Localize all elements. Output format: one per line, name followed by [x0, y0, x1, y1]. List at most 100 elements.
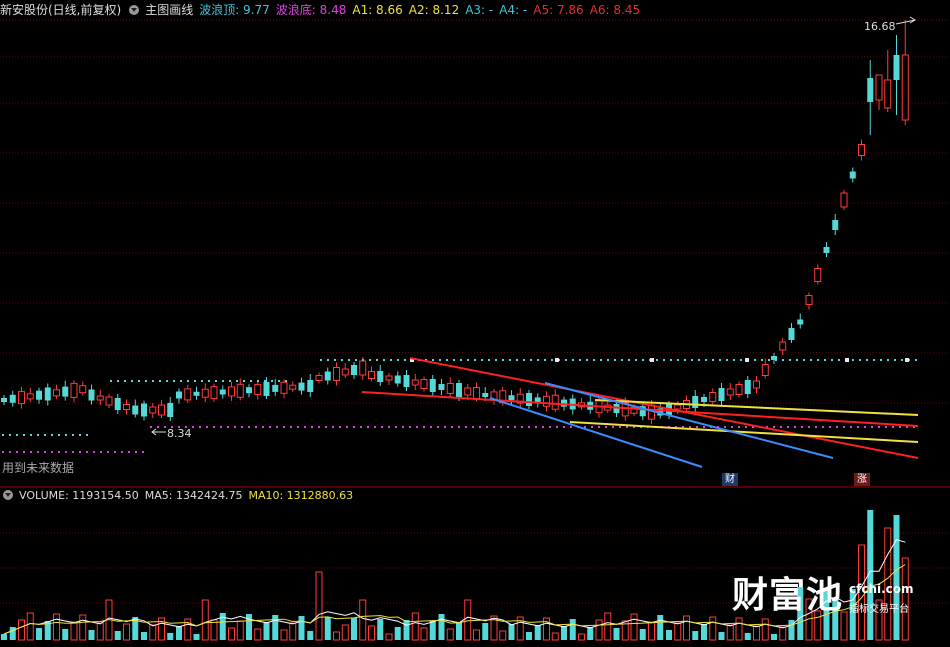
dotted-level — [65, 434, 67, 436]
indicator-name[interactable]: 主图画线 — [145, 3, 193, 17]
dotted-level — [565, 359, 567, 361]
candle-body-up — [105, 396, 113, 406]
dotted-level — [803, 359, 805, 361]
candle-body-up — [289, 384, 297, 390]
candle-body-down — [36, 390, 42, 400]
candle-body-up — [210, 386, 218, 400]
volume-bar-up — [18, 619, 25, 641]
candle-body-up — [70, 382, 78, 398]
volume-bar-up — [473, 629, 480, 641]
dotted-level — [857, 426, 859, 428]
dotted-level — [598, 426, 600, 428]
candle-body-down — [482, 393, 489, 397]
dotted-level — [194, 380, 196, 382]
dotted-level — [117, 380, 119, 382]
candle-body-down — [219, 389, 226, 395]
chart-stage — [0, 0, 950, 643]
candle-body-up — [96, 395, 104, 401]
volume-bar-up — [674, 622, 682, 641]
dotted-level — [677, 359, 679, 361]
candle-body-down — [429, 379, 436, 392]
volume-bar-up — [630, 613, 638, 641]
dotted-level — [535, 426, 537, 428]
watermark-brand: 财富池 — [732, 575, 844, 616]
indicator-dropdown-icon[interactable] — [129, 5, 140, 15]
volume-bar-down — [377, 619, 384, 640]
dotted-level — [264, 380, 266, 382]
dotted-level — [173, 380, 175, 382]
candle-body-down — [62, 386, 69, 397]
volume-bar-up — [385, 633, 393, 641]
dotted-level — [836, 426, 838, 428]
volume-bar-up — [761, 618, 769, 641]
volume-bar-down — [403, 620, 410, 640]
candle-body-down — [167, 403, 174, 417]
dotted-level — [250, 380, 252, 382]
candle-body-up — [368, 371, 375, 379]
dotted-level — [570, 426, 572, 428]
dotted-level — [79, 451, 81, 453]
dotted-level — [180, 380, 182, 382]
volume-bar-up — [753, 625, 760, 641]
candle-body-down — [744, 380, 751, 394]
candle-body-up — [875, 74, 883, 101]
volume-dropdown-icon[interactable] — [3, 490, 13, 500]
dotted-level — [698, 359, 700, 361]
dotted-level — [887, 359, 889, 361]
dotted-level — [544, 359, 546, 361]
volume-bar-down — [666, 630, 672, 640]
dotted-level — [824, 359, 826, 361]
dotted-level — [72, 434, 74, 436]
indicator-value-7: A6: 8.45 — [589, 3, 641, 17]
dotted-level — [348, 359, 350, 361]
volume-bar-down — [429, 621, 436, 640]
dotted-level — [362, 359, 364, 361]
dotted-level — [745, 426, 747, 428]
dotted-level — [236, 380, 238, 382]
dotted-level — [325, 426, 327, 428]
candle-body-down — [456, 383, 462, 397]
dotted-level — [381, 426, 383, 428]
dotted-level — [58, 434, 60, 436]
tag-cai[interactable]: 财 — [722, 473, 738, 486]
stock-title[interactable]: 新安股份(日线,前复权) — [0, 3, 121, 17]
volume-bar-down — [893, 515, 900, 640]
tag-zhang[interactable]: 涨 — [854, 473, 870, 486]
dotted-level — [369, 359, 371, 361]
dotted-level — [332, 426, 334, 428]
volume-bar-up — [604, 612, 612, 641]
volume-bar-down — [141, 632, 147, 640]
dotted-level — [166, 380, 168, 382]
dotted-level — [871, 426, 873, 428]
dotted-level — [201, 380, 203, 382]
dotted-level — [768, 359, 770, 361]
dotted-level — [642, 359, 644, 361]
volume-bar-down — [692, 631, 699, 640]
candle-body-down — [263, 382, 270, 396]
dotted-level — [297, 426, 299, 428]
dotted-level — [227, 426, 229, 428]
dotted-level — [864, 426, 866, 428]
volume-bar-down — [587, 627, 594, 640]
candle-body-down — [298, 382, 305, 391]
dotted-level — [493, 426, 495, 428]
dotted-level — [255, 426, 257, 428]
dotted-level — [873, 359, 875, 361]
volume-bar-down — [613, 628, 620, 640]
dotted-level — [376, 359, 378, 361]
dotted-level — [23, 434, 25, 436]
volume-bar-down — [9, 627, 16, 640]
volume-bar-down — [246, 614, 252, 640]
dotted-level — [65, 451, 67, 453]
dotted-level — [37, 434, 39, 436]
candle-body-down — [394, 375, 401, 384]
dotted-level — [509, 359, 511, 361]
volume-bar-up — [123, 623, 130, 641]
candle-body-up — [464, 387, 472, 396]
candle-body-up — [411, 379, 419, 386]
dotted-level — [51, 434, 53, 436]
volume-bar-down — [324, 617, 331, 640]
dotted-level — [831, 359, 833, 361]
dotted-level — [311, 426, 313, 428]
dotted-level — [124, 380, 126, 382]
